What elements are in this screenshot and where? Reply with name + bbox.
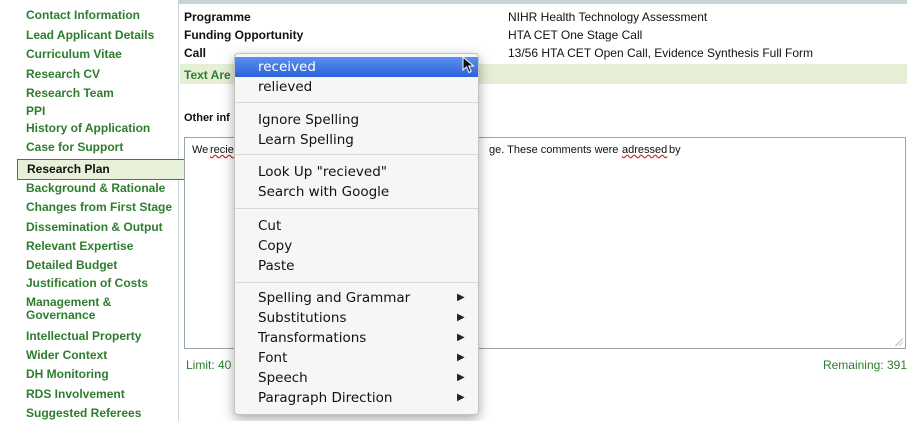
menu-item-label: relieved bbox=[258, 79, 313, 95]
menu-item-ignore-spelling[interactable]: Ignore Spelling bbox=[235, 110, 478, 130]
menu-item-suggestion-relieved[interactable]: relieved bbox=[235, 77, 478, 97]
menu-item-label: Substitutions bbox=[258, 310, 347, 326]
sidebar-item-lead-applicant-details[interactable]: Lead Applicant Details bbox=[26, 29, 154, 42]
textarea-text-end: by bbox=[669, 144, 681, 156]
sidebar-item-case-for-support[interactable]: Case for Support bbox=[26, 141, 123, 154]
top-border bbox=[178, 0, 907, 4]
sidebar-item-background-rationale[interactable]: Background & Rationale bbox=[26, 182, 165, 195]
menu-item-label: Speech bbox=[258, 370, 308, 386]
sidebar-item-curriculum-vitae[interactable]: Curriculum Vitae bbox=[26, 48, 122, 61]
menu-separator bbox=[235, 102, 478, 103]
menu-separator bbox=[235, 208, 478, 209]
sidebar-divider bbox=[178, 0, 179, 421]
sidebar-item-management-governance[interactable]: Management & Governance bbox=[26, 296, 146, 322]
sidebar-item-changes-from-first-stage[interactable]: Changes from First Stage bbox=[26, 201, 172, 214]
menu-item-learn-spelling[interactable]: Learn Spelling bbox=[235, 130, 478, 150]
sidebar-item-rds-involvement[interactable]: RDS Involvement bbox=[26, 388, 125, 401]
mouse-pointer-icon bbox=[462, 56, 475, 74]
menu-item-label: Search with Google bbox=[258, 184, 390, 200]
menu-item-label: Copy bbox=[258, 238, 293, 254]
submenu-arrow-icon: ▶ bbox=[457, 332, 465, 343]
menu-item-label: Transformations bbox=[258, 330, 367, 346]
menu-item-label: received bbox=[258, 59, 316, 75]
menu-item-paste[interactable]: Paste bbox=[235, 256, 478, 276]
menu-item-label: Paragraph Direction bbox=[258, 390, 393, 406]
sidebar-item-research-plan[interactable]: Research Plan bbox=[17, 159, 186, 180]
menu-separator bbox=[235, 282, 478, 283]
programme-label: Programme bbox=[184, 10, 251, 24]
call-label: Call bbox=[184, 46, 207, 60]
misspelt-word[interactable]: recie bbox=[210, 144, 234, 156]
menu-separator bbox=[235, 154, 478, 155]
other-information-label: Other inf bbox=[184, 112, 230, 124]
character-limit: Limit: 40 bbox=[186, 358, 232, 372]
menu-item-label: Spelling and Grammar bbox=[258, 290, 411, 306]
submenu-arrow-icon: ▶ bbox=[457, 372, 465, 383]
menu-item-search-google[interactable]: Search with Google bbox=[235, 182, 478, 202]
sidebar-item-intellectual-property[interactable]: Intellectual Property bbox=[26, 330, 141, 343]
textarea-resize-handle[interactable] bbox=[895, 338, 903, 346]
menu-item-label: Paste bbox=[258, 258, 295, 274]
menu-item-label: Ignore Spelling bbox=[258, 112, 360, 128]
menu-item-cut[interactable]: Cut bbox=[235, 216, 478, 236]
submenu-arrow-icon: ▶ bbox=[457, 312, 465, 323]
menu-item-label: Look Up "recieved" bbox=[258, 164, 387, 180]
menu-item-label: Learn Spelling bbox=[258, 132, 354, 148]
submenu-arrow-icon: ▶ bbox=[457, 392, 465, 403]
menu-item-paragraph-direction[interactable]: Paragraph Direction ▶ bbox=[235, 388, 478, 408]
menu-item-speech[interactable]: Speech ▶ bbox=[235, 368, 478, 388]
menu-item-spelling-and-grammar[interactable]: Spelling and Grammar ▶ bbox=[235, 288, 478, 308]
sidebar-item-research-cv[interactable]: Research CV bbox=[26, 68, 100, 81]
menu-item-font[interactable]: Font ▶ bbox=[235, 348, 478, 368]
menu-item-label: Font bbox=[258, 350, 288, 366]
sidebar-item-suggested-referees[interactable]: Suggested Referees bbox=[26, 407, 141, 420]
sidebar-item-dh-monitoring[interactable]: DH Monitoring bbox=[26, 368, 109, 381]
sidebar-item-history-of-application[interactable]: History of Application bbox=[26, 122, 150, 135]
menu-item-label: Cut bbox=[258, 218, 282, 234]
textarea-text-continued: ge. These comments were bbox=[489, 144, 619, 156]
sidebar-nav: Contact Information Lead Applicant Detai… bbox=[15, 0, 186, 421]
call-value: 13/56 HTA CET Open Call, Evidence Synthe… bbox=[508, 46, 814, 60]
funding-opportunity-value: HTA CET One Stage Call bbox=[508, 28, 643, 42]
spelling-context-menu: received relieved Ignore Spelling Learn … bbox=[234, 53, 479, 415]
misspelt-word-adressed[interactable]: adressed bbox=[622, 144, 667, 156]
programme-value: NIHR Health Technology Assessment bbox=[508, 10, 708, 24]
menu-item-transformations[interactable]: Transformations ▶ bbox=[235, 328, 478, 348]
menu-item-copy[interactable]: Copy bbox=[235, 236, 478, 256]
submenu-arrow-icon: ▶ bbox=[457, 352, 465, 363]
sidebar-item-wider-context[interactable]: Wider Context bbox=[26, 349, 107, 362]
sidebar-item-detailed-budget[interactable]: Detailed Budget bbox=[26, 259, 117, 272]
menu-item-substitutions[interactable]: Substitutions ▶ bbox=[235, 308, 478, 328]
textarea-text-start: We bbox=[192, 144, 209, 156]
funding-opportunity-label: Funding Opportunity bbox=[184, 28, 304, 42]
menu-item-suggestion-received[interactable]: received bbox=[235, 57, 478, 77]
sidebar-item-relevant-expertise[interactable]: Relevant Expertise bbox=[26, 240, 133, 253]
text-area-section-label: Text Are bbox=[184, 68, 231, 82]
sidebar-item-contact-information[interactable]: Contact Information bbox=[26, 9, 140, 22]
sidebar-item-justification-of-costs[interactable]: Justification of Costs bbox=[26, 277, 148, 290]
characters-remaining: Remaining: 391 bbox=[822, 358, 907, 372]
menu-item-look-up[interactable]: Look Up "recieved" bbox=[235, 162, 478, 182]
submenu-arrow-icon: ▶ bbox=[457, 292, 465, 303]
sidebar-item-ppi[interactable]: PPI bbox=[26, 105, 45, 118]
sidebar-item-research-team[interactable]: Research Team bbox=[26, 87, 114, 100]
sidebar-item-dissemination-output[interactable]: Dissemination & Output bbox=[26, 221, 163, 234]
